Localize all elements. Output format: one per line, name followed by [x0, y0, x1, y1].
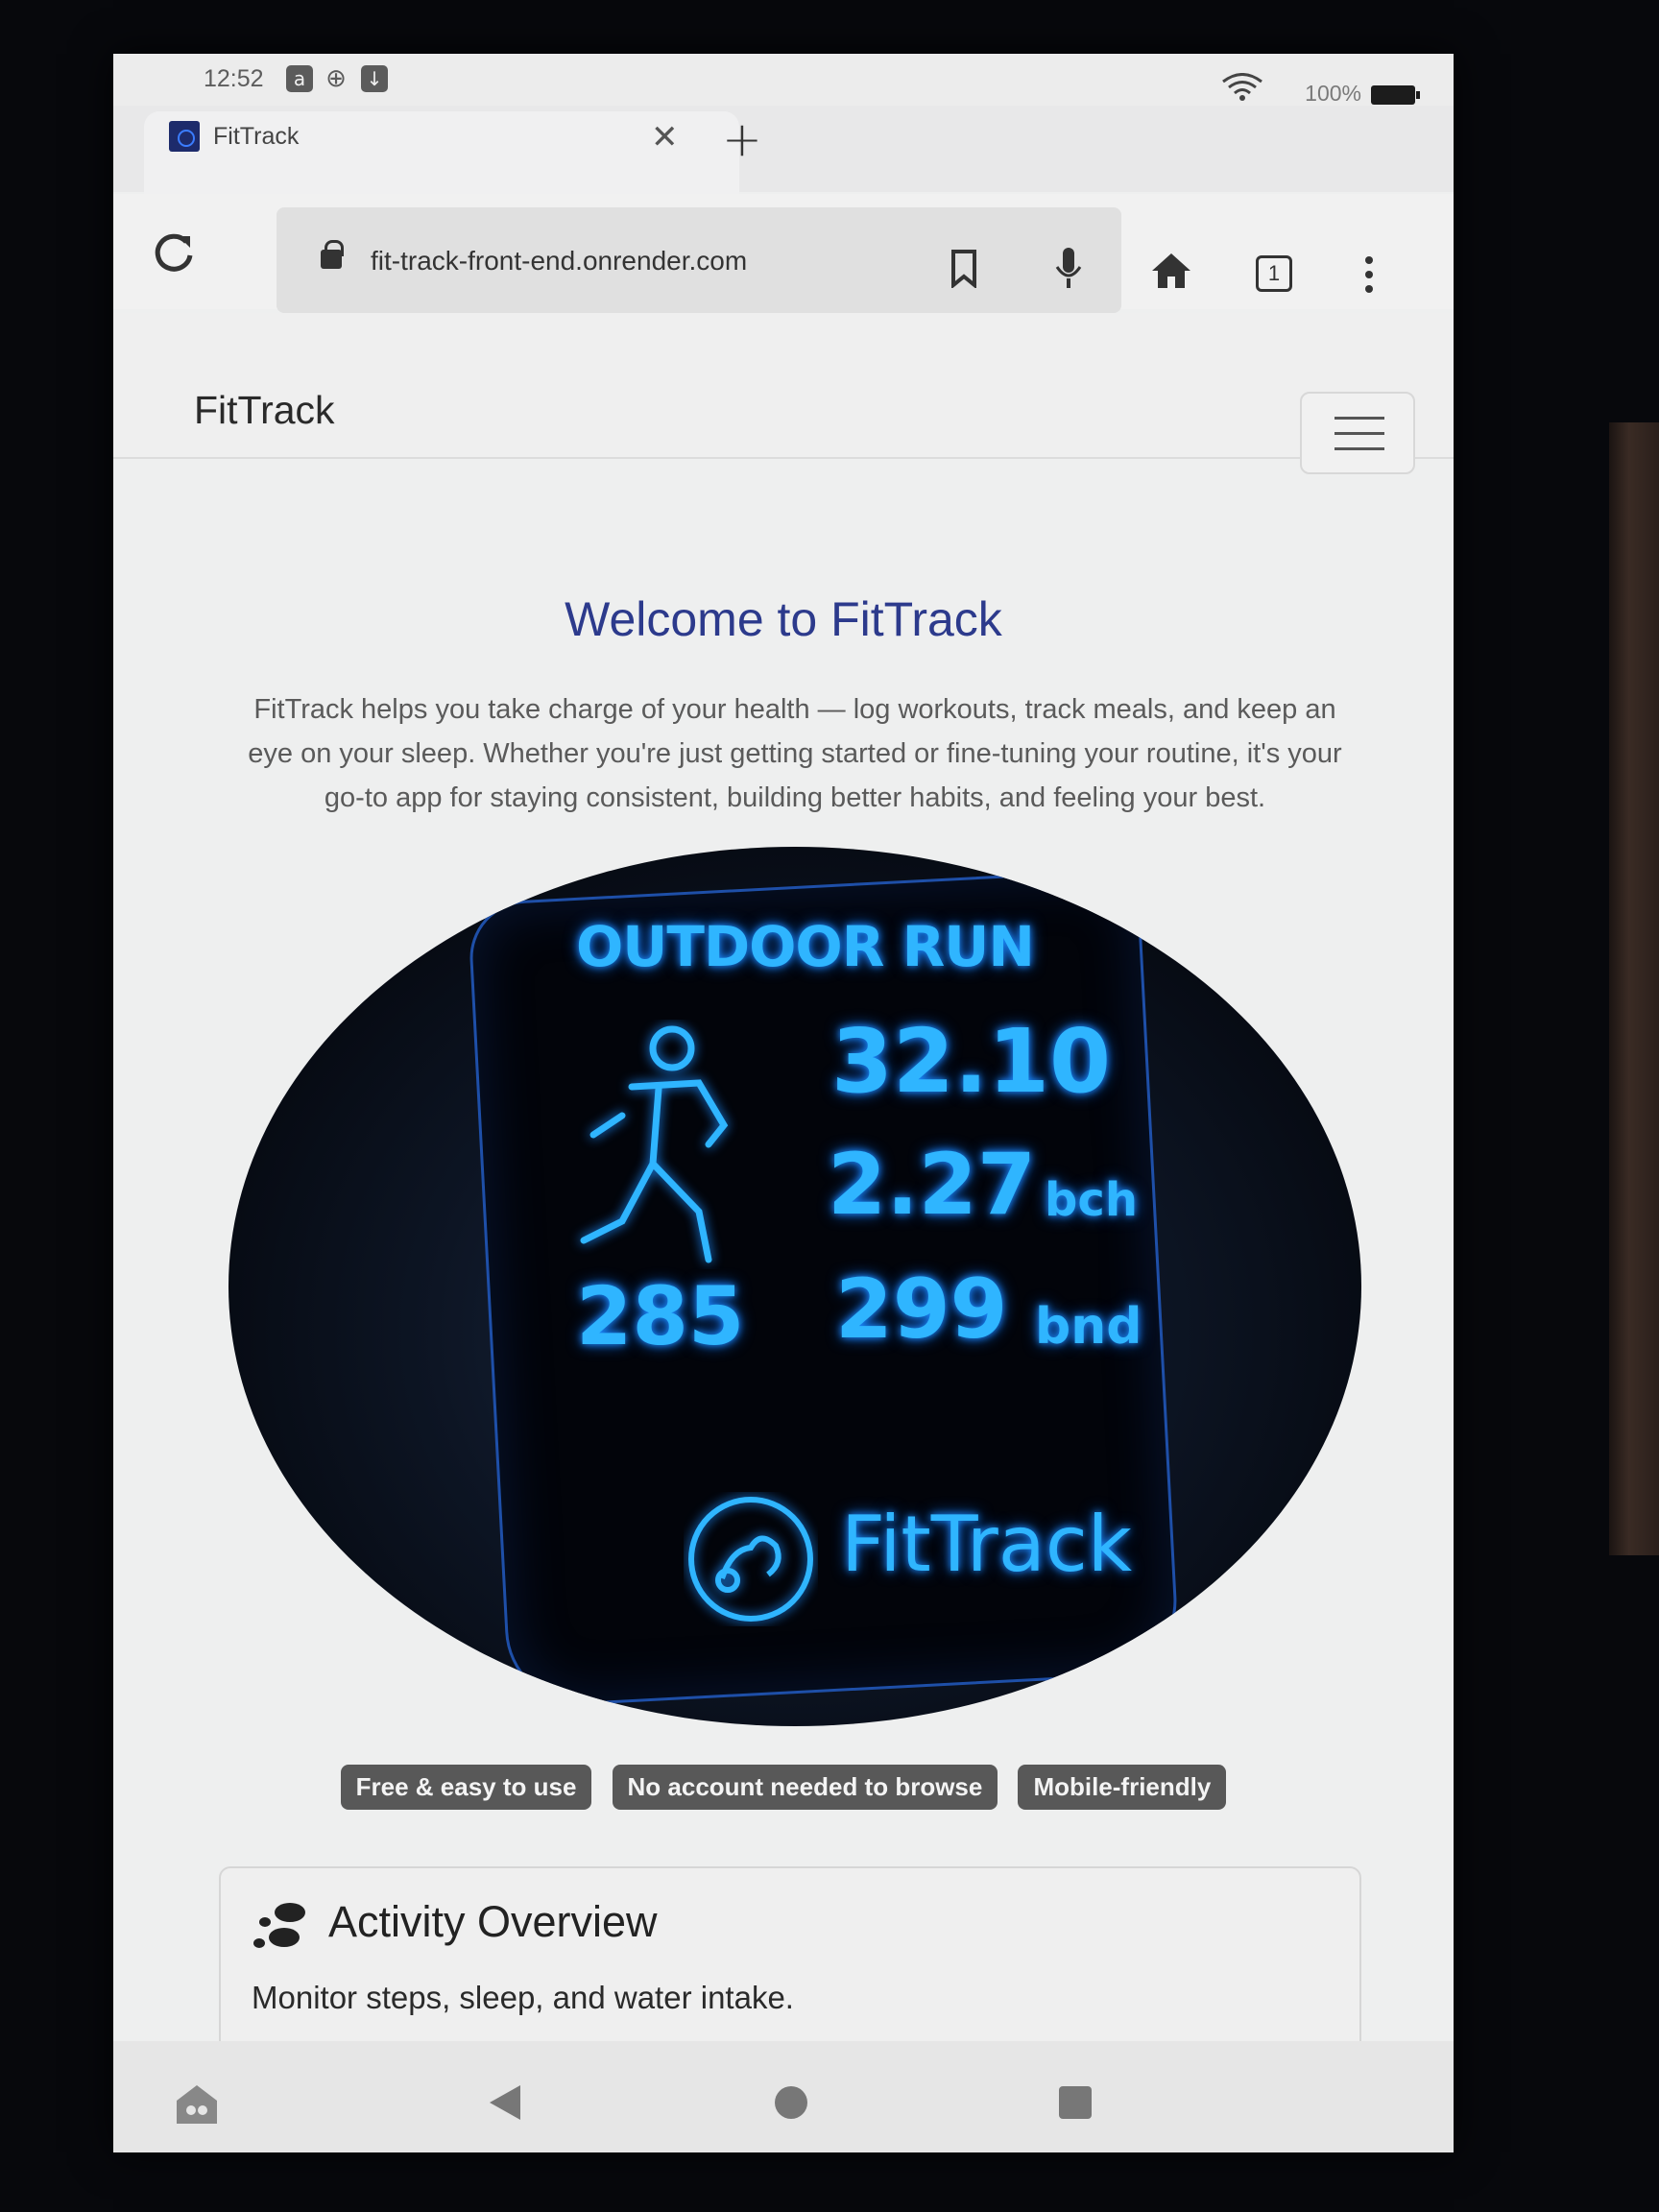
hero-image: OUTDOOR RUN 32.10 2.27 bch 285 299 bnd F… — [228, 847, 1361, 1726]
metric-value-4: 299 — [835, 1262, 1008, 1358]
app-drawer-icon[interactable] — [173, 2081, 221, 2128]
metric-value-2: 2.27 — [828, 1135, 1037, 1234]
tab-close-icon[interactable]: ✕ — [651, 121, 679, 154]
card-title: Activity Overview — [328, 1897, 658, 1946]
hero-title: OUTDOOR RUN — [576, 914, 1035, 979]
tab-favicon-icon — [169, 121, 200, 152]
metric-value-3: 285 — [576, 1269, 745, 1363]
intro-paragraph: FitTrack helps you take charge of your h… — [248, 694, 1342, 813]
battery-icon — [1371, 85, 1420, 105]
new-tab-button[interactable]: + — [722, 115, 762, 163]
badge-mobile: Mobile-friendly — [1018, 1765, 1227, 1810]
metric-unit-2: bch — [1045, 1173, 1138, 1227]
lock-icon — [321, 240, 344, 269]
page-title: Welcome to FitTrack — [565, 592, 1002, 646]
hamburger-icon — [1334, 417, 1384, 420]
card-text: Monitor steps, sleep, and water intake. — [252, 1980, 794, 2015]
status-time: 12:52 — [204, 65, 264, 92]
fittrack-logo-icon — [688, 1497, 813, 1622]
bookmark-icon[interactable] — [950, 250, 977, 288]
menu-toggle-button[interactable] — [1300, 392, 1415, 474]
runner-icon — [580, 1025, 729, 1263]
footprints-icon — [253, 1903, 305, 1948]
microphone-icon[interactable] — [1054, 246, 1083, 292]
amazon-icon: a — [286, 65, 313, 92]
metric-value-1: 32.10 — [831, 1010, 1112, 1113]
hamburger-icon — [1334, 432, 1384, 435]
recents-icon[interactable] — [1056, 2083, 1094, 2122]
tabs-count-button[interactable]: 1 — [1256, 255, 1292, 292]
hamburger-icon — [1334, 447, 1384, 450]
device-screen: 12:52 a ⊕ ↓ 100% FitTrack ✕ + fit-track-… — [113, 54, 1454, 2152]
more-menu-icon[interactable] — [1363, 255, 1375, 294]
url-text[interactable]: fit-track-front-end.onrender.com — [371, 246, 747, 276]
reload-icon[interactable] — [152, 230, 196, 275]
metric-unit-4: bnd — [1035, 1298, 1142, 1356]
wifi-icon — [1222, 73, 1262, 101]
hero-brand: FitTrack — [841, 1500, 1133, 1589]
badge-no-account: No account needed to browse — [612, 1765, 998, 1810]
battery-percent: 100% — [1305, 81, 1361, 106]
site-brand[interactable]: FitTrack — [194, 388, 335, 433]
globe-icon: ⊕ — [325, 64, 347, 93]
back-icon[interactable] — [488, 2083, 522, 2122]
feature-badges: Free & easy to use No account needed to … — [113, 1765, 1454, 1810]
home-nav-icon[interactable] — [772, 2083, 810, 2122]
download-icon: ↓ — [361, 65, 388, 92]
home-icon[interactable] — [1150, 252, 1192, 290]
tab-title: FitTrack — [213, 123, 300, 150]
site-navbar — [113, 313, 1454, 459]
device-bezel — [1609, 422, 1659, 1555]
badge-free: Free & easy to use — [340, 1765, 592, 1810]
